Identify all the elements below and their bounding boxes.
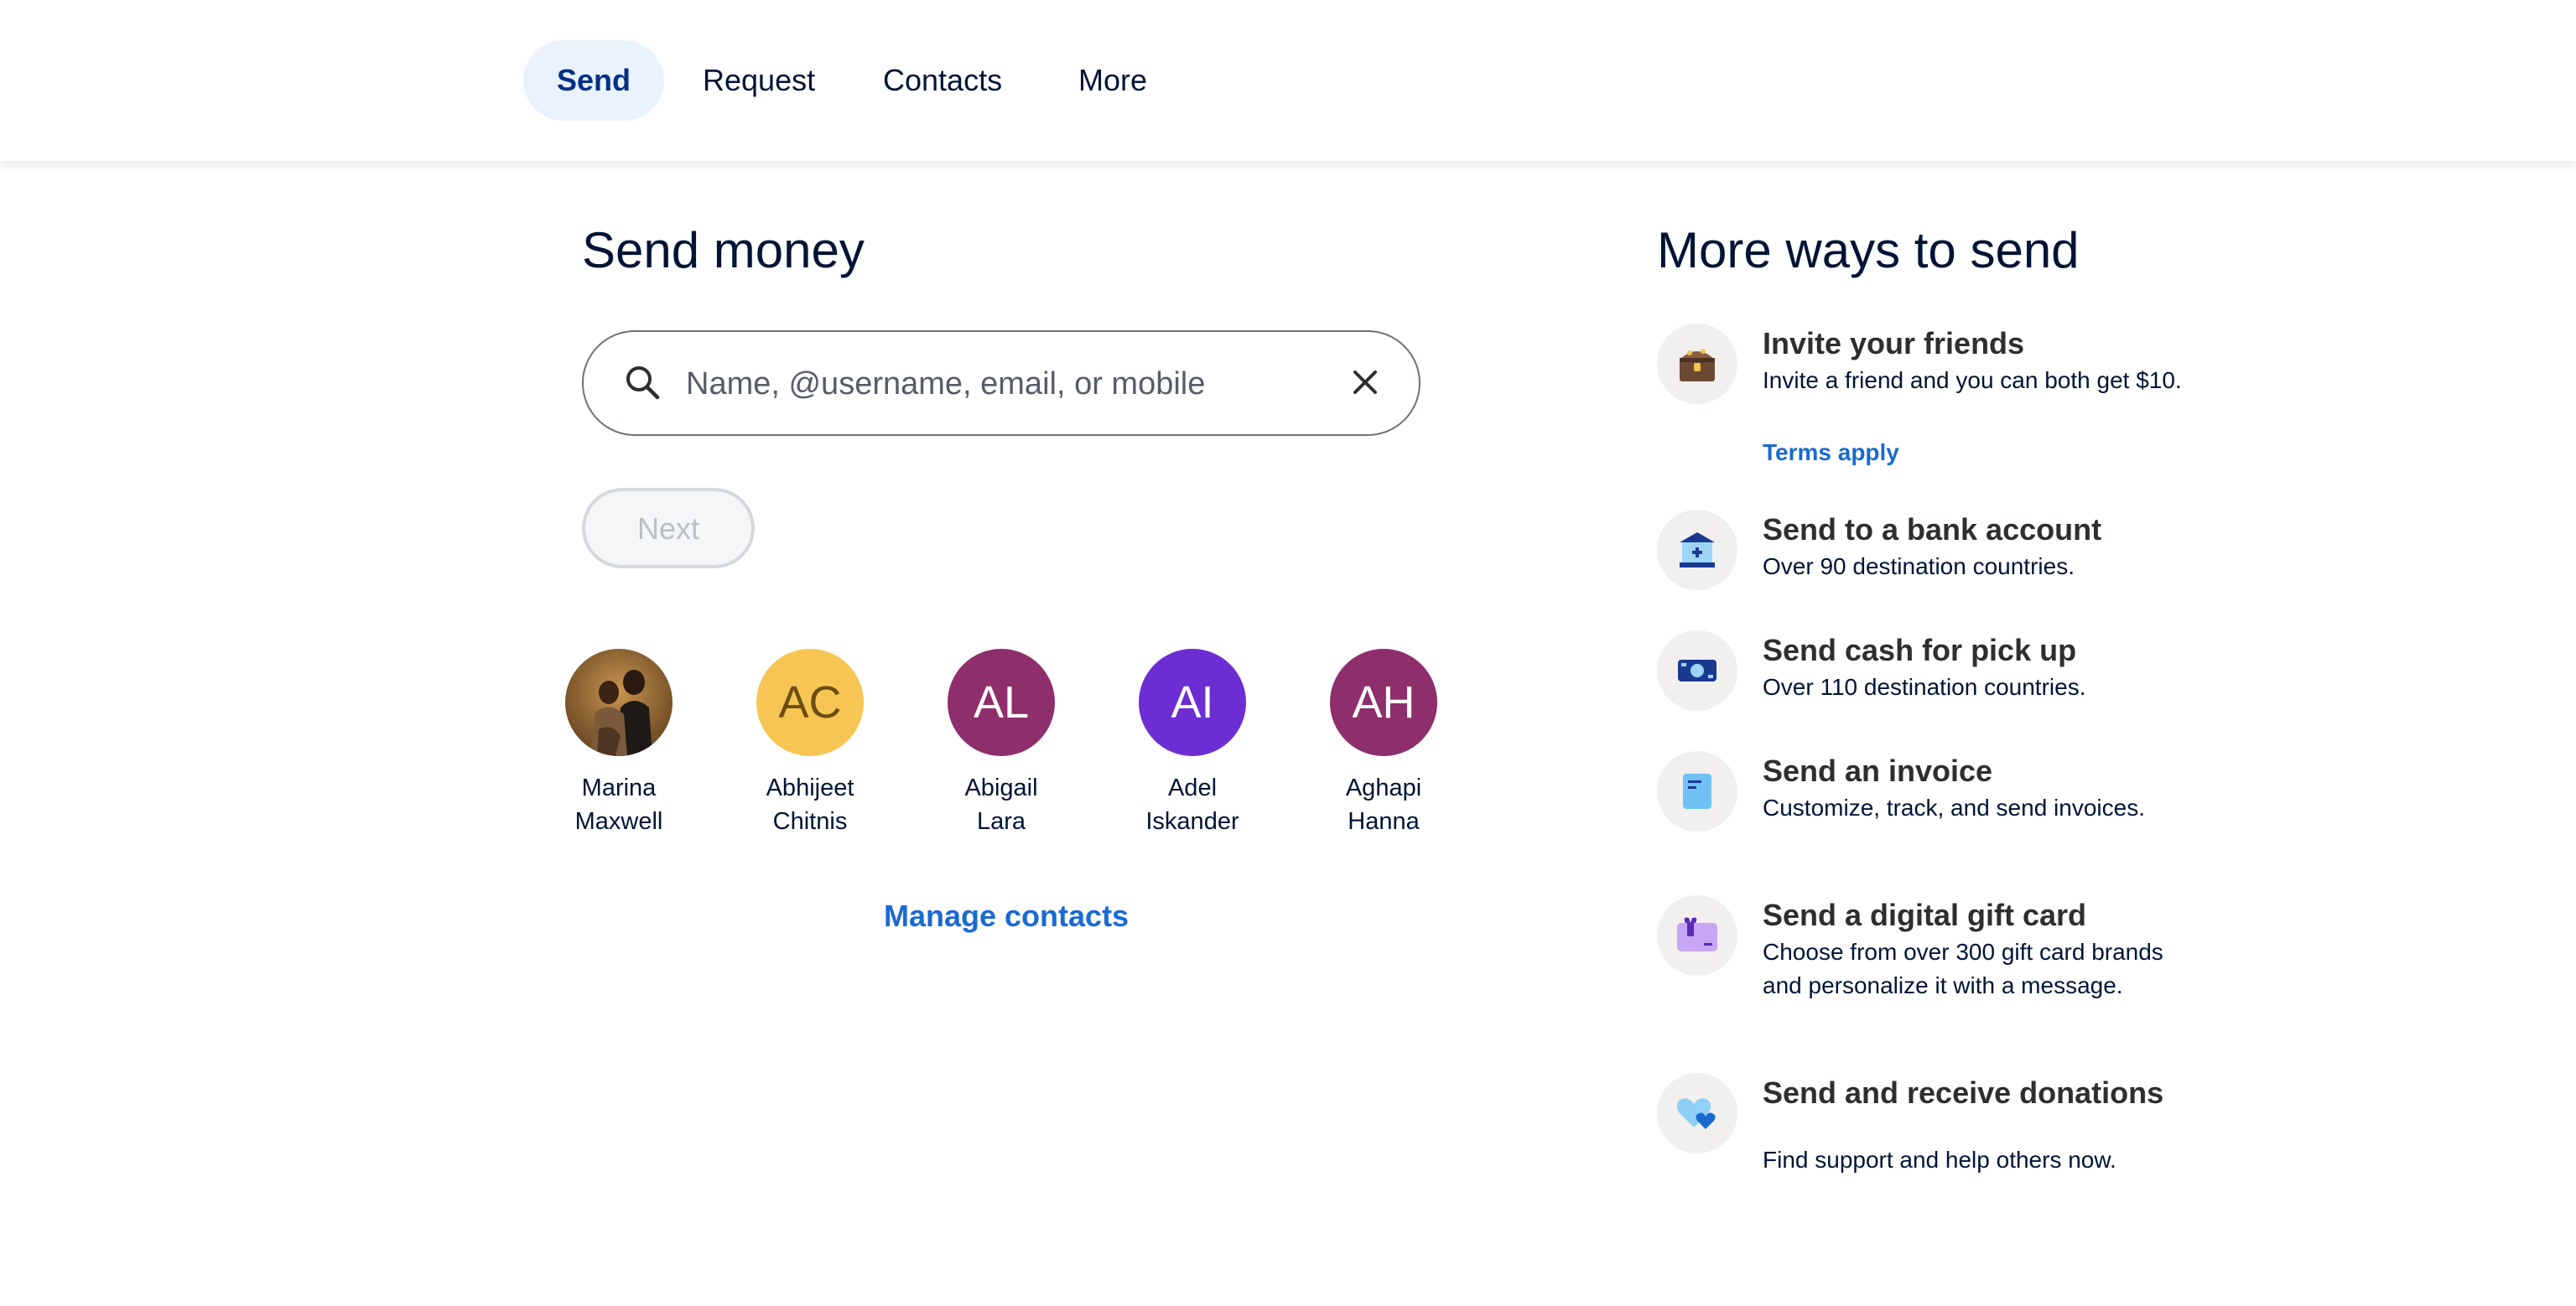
way-description: Invite a friend and you can both get $10… (1763, 367, 2182, 393)
clear-icon[interactable] (1348, 365, 1382, 399)
contact-abhijeet-chitnis[interactable]: AC Abhijeet Chitnis (726, 649, 894, 838)
contact-abigail-lara[interactable]: AL Abigail Lara (917, 649, 1085, 838)
manage-contacts-link[interactable]: Manage contacts (884, 899, 1129, 934)
send-money-title: Send money (582, 222, 865, 278)
invite-friends-item[interactable]: Invite your friends Invite a friend and … (1657, 324, 2194, 474)
contact-name: Aghapi Hanna (1345, 775, 1422, 835)
terms-apply-link[interactable]: Terms apply (1763, 439, 1899, 466)
way-description: Customize, track, and send invoices. (1763, 795, 2145, 821)
invoice-icon (1657, 751, 1737, 832)
cash-icon (1657, 630, 1737, 711)
cash-pickup-item[interactable]: Send cash for pick up Over 110 destinati… (1657, 630, 2194, 723)
donations-item[interactable]: Send and receive donations Find support … (1657, 1073, 2194, 1190)
way-description: Choose from over 300 gift card brands an… (1763, 939, 2163, 998)
tab-more[interactable]: More (1078, 40, 1147, 121)
gift-card-item[interactable]: Send a digital gift card Choose from ove… (1657, 895, 2194, 1055)
avatar (565, 649, 673, 756)
treasure-chest-icon (1657, 324, 1737, 404)
avatar: AC (756, 649, 864, 756)
tab-request[interactable]: Request (703, 40, 815, 121)
way-description: Over 110 destination countries. (1763, 674, 2086, 700)
recipient-search-field[interactable] (582, 330, 1420, 436)
avatar: AI (1139, 649, 1246, 756)
contact-aghapi-hanna[interactable]: AH Aghapi Hanna (1300, 649, 1467, 838)
top-nav-bar: Send Request Contacts More (0, 0, 2576, 161)
contact-name: Adel Iskander (1145, 775, 1239, 835)
contact-name: Marina Maxwell (574, 775, 663, 835)
bank-account-item[interactable]: Send to a bank account Over 90 destinati… (1657, 510, 2194, 602)
search-icon (626, 366, 660, 400)
hearts-icon (1657, 1073, 1737, 1153)
contact-photo (565, 649, 673, 756)
contact-adel-iskander[interactable]: AI Adel Iskander (1109, 649, 1276, 838)
recipient-search-input[interactable] (684, 332, 1342, 436)
way-title: Send an invoice (1763, 754, 1993, 788)
next-button[interactable]: Next (582, 488, 755, 568)
way-description: Find support and help others now. (1763, 1147, 2116, 1173)
way-title: Send to a bank account (1763, 512, 2102, 547)
bank-icon (1657, 510, 1737, 590)
more-ways-title: More ways to send (1657, 222, 2080, 278)
contact-name: Abigail Lara (964, 775, 1038, 835)
way-title: Send cash for pick up (1763, 633, 2077, 667)
way-description: Over 90 destination countries. (1763, 553, 2075, 579)
way-title: Send and receive donations (1763, 1075, 2164, 1110)
tab-send[interactable]: Send (523, 40, 664, 121)
gift-card-icon (1657, 895, 1737, 976)
invoice-item[interactable]: Send an invoice Customize, track, and se… (1657, 751, 2194, 877)
way-title: Send a digital gift card (1763, 898, 2087, 932)
avatar: AH (1330, 649, 1437, 756)
avatar: AL (948, 649, 1055, 756)
way-title: Invite your friends (1763, 326, 2025, 360)
contact-name: Abhijeet Chitnis (766, 775, 854, 835)
tab-contacts[interactable]: Contacts (883, 40, 1002, 121)
contact-marina-maxwell[interactable]: Marina Maxwell (535, 649, 703, 838)
